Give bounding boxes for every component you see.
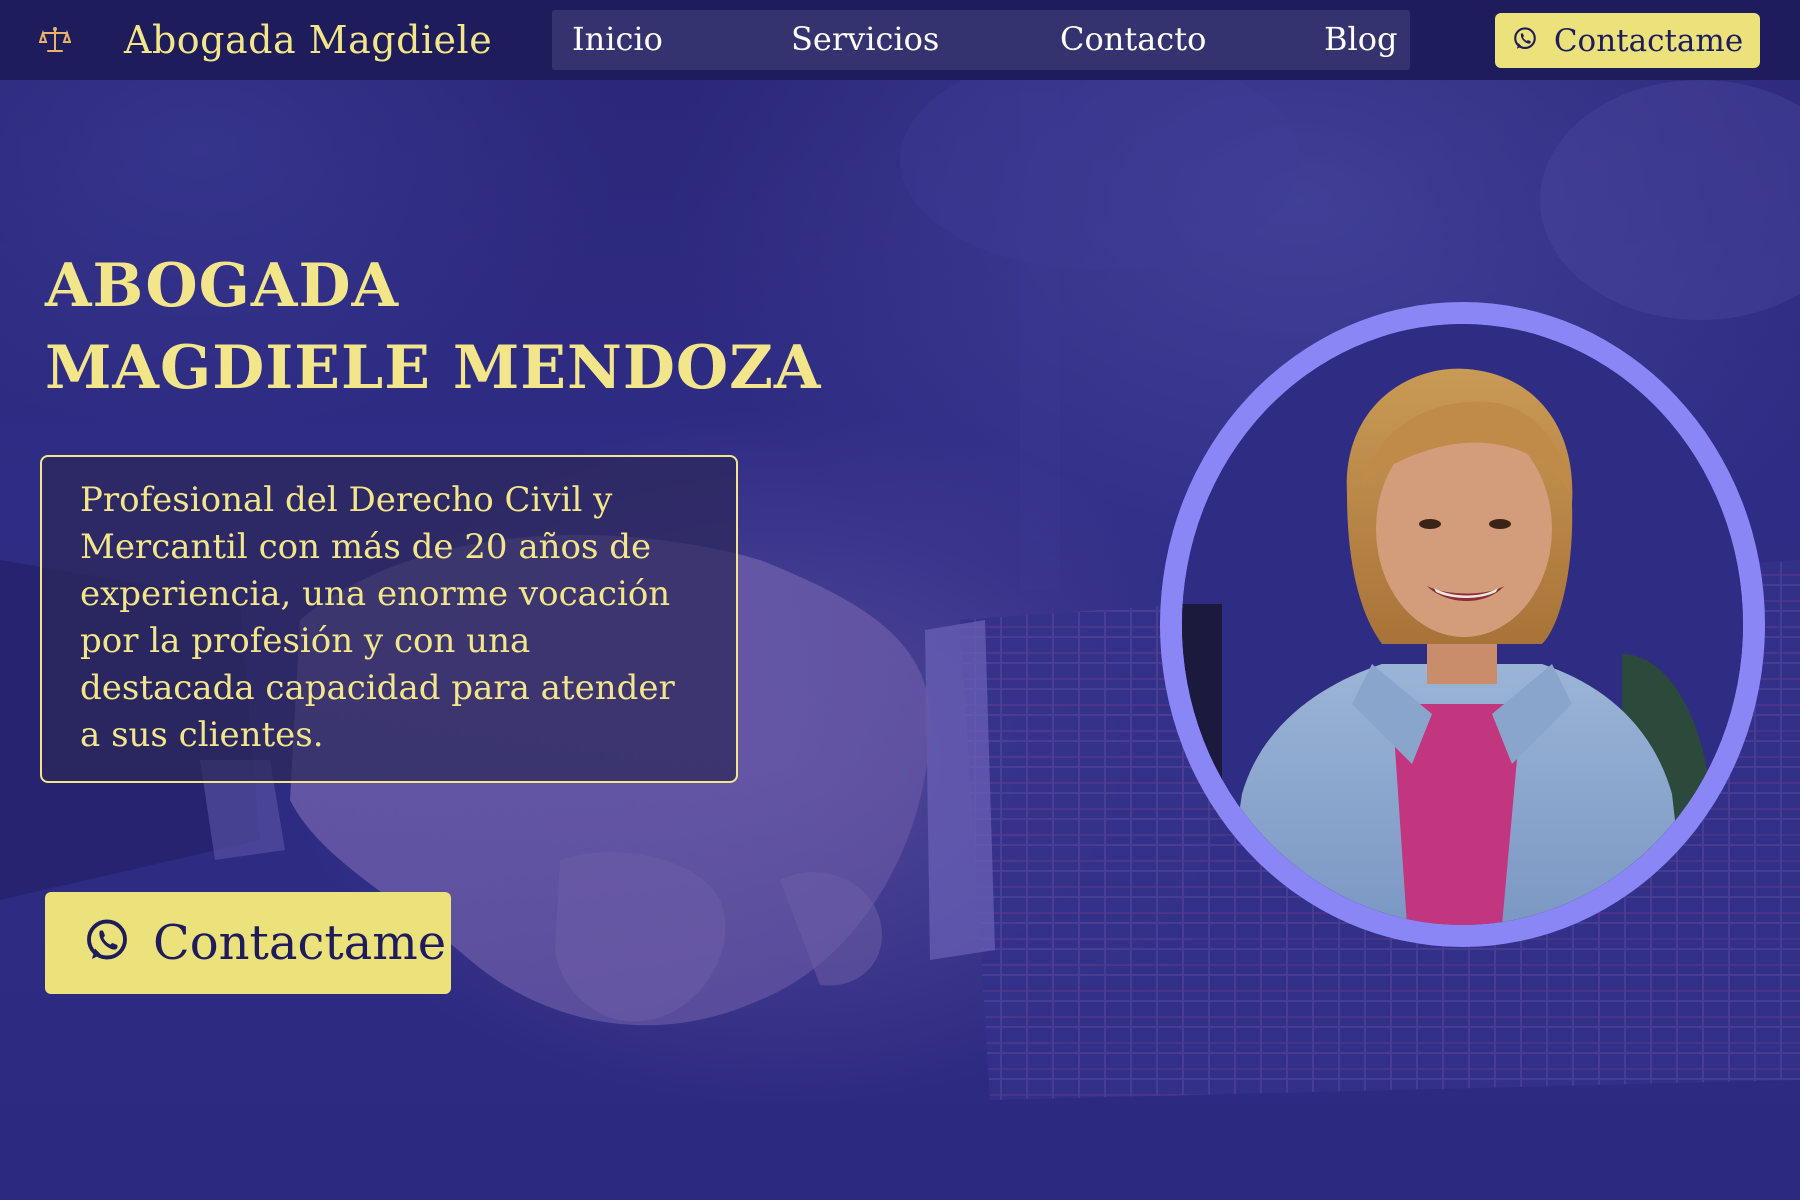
nav-link-contacto[interactable]: Contacto — [1060, 20, 1206, 58]
hero-contact-label: Contactame — [153, 915, 447, 971]
navbar-contact-label: Contactame — [1553, 22, 1744, 59]
whatsapp-icon — [83, 917, 131, 969]
landing-page: Abogada Magdiele Inicio Servicios Contac… — [0, 0, 1800, 1200]
hero-description: Profesional del Derecho Civil y Mercanti… — [80, 480, 675, 755]
hero-description-box: Profesional del Derecho Civil y Mercanti… — [40, 455, 738, 783]
navbar-contact-button[interactable]: Contactame — [1495, 13, 1760, 68]
nav-link-inicio[interactable]: Inicio — [572, 20, 663, 58]
scales-of-justice-icon — [38, 23, 72, 57]
lawyer-portrait — [1160, 302, 1765, 947]
whatsapp-icon — [1512, 26, 1538, 56]
brand[interactable]: Abogada Magdiele — [38, 0, 492, 80]
nav-link-blog[interactable]: Blog — [1324, 20, 1398, 58]
top-navbar: Abogada Magdiele Inicio Servicios Contac… — [0, 0, 1800, 80]
hero-title-line-1: ABOGADA — [45, 251, 400, 321]
hero-title: ABOGADA MAGDIELE MENDOZA — [45, 245, 822, 409]
lawyer-photo — [1182, 324, 1743, 925]
hero-contact-button[interactable]: Contactame — [45, 892, 451, 994]
brand-name: Abogada Magdiele — [124, 18, 493, 62]
nav-link-servicios[interactable]: Servicios — [791, 20, 939, 58]
hero-title-line-2: MAGDIELE MENDOZA — [45, 333, 822, 403]
nav-links: Inicio Servicios Contacto Blog — [552, 10, 1410, 70]
